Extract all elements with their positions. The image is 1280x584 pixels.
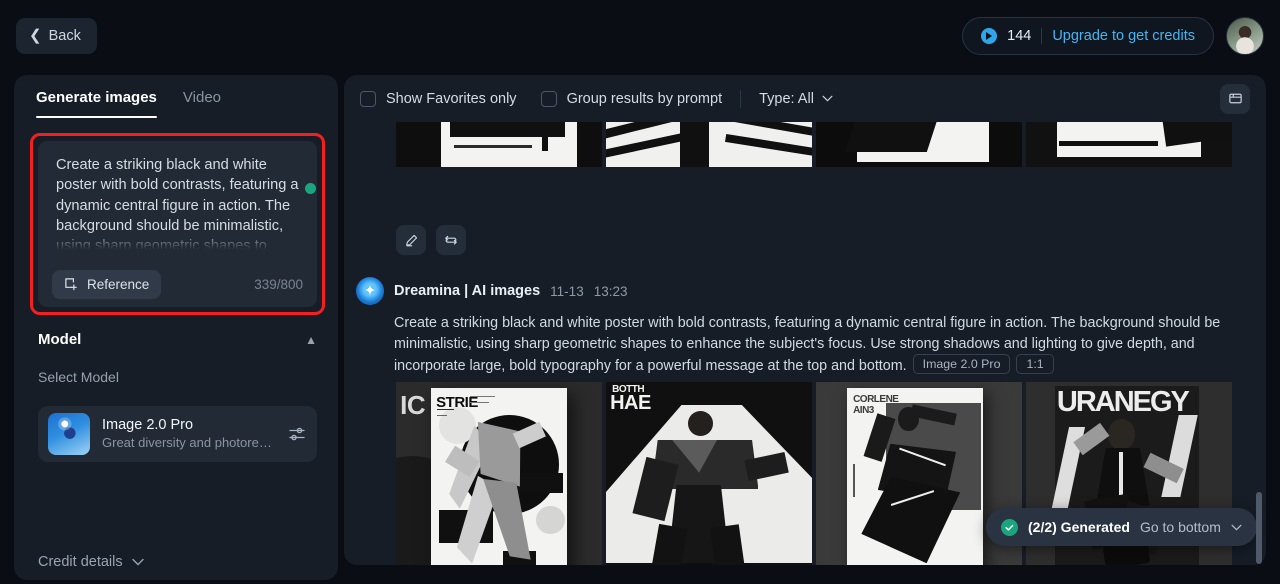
results-panel: Show Favorites only Group results by pro…: [344, 75, 1266, 565]
result-row-actions: [396, 225, 466, 255]
tab-video[interactable]: Video: [183, 89, 221, 118]
group-by-prompt-label: Group results by prompt: [566, 90, 723, 107]
results-toolbar: Show Favorites only Group results by pro…: [344, 75, 1266, 122]
message-prompt: Create a striking black and white poster…: [394, 315, 1221, 374]
generation-sidebar: Generate images Video Create a striking …: [14, 75, 338, 580]
reference-button[interactable]: Reference: [52, 269, 162, 299]
generated-image-thumb[interactable]: [606, 122, 812, 167]
chevron-down-icon: [131, 558, 144, 566]
results-scrollbar[interactable]: [1256, 492, 1262, 564]
model-meta: Image 2.0 Pro Great diversity and photor…: [102, 416, 277, 452]
tab-generate-images[interactable]: Generate images: [36, 89, 157, 118]
check-glyph: [1005, 524, 1014, 531]
type-filter-dropdown[interactable]: Type: All: [759, 91, 833, 107]
model-section-header[interactable]: Model ▲: [38, 331, 317, 348]
folder-icon: [1228, 93, 1242, 104]
model-description: Great diversity and photoreal…: [102, 435, 277, 450]
header-right-group: 144 Upgrade to get credits: [962, 17, 1264, 55]
top-header: ❮ Back 144 Upgrade to get credits: [0, 0, 1280, 72]
chevron-left-icon: ❮: [29, 27, 42, 44]
loop-arrows-icon: [445, 235, 457, 245]
generated-image-thumb[interactable]: [816, 122, 1022, 167]
pencil-icon: [405, 234, 417, 246]
message-date: 11-13: [550, 283, 584, 299]
chevron-up-icon[interactable]: ▲: [305, 333, 317, 347]
go-to-bottom-button[interactable]: Go to bottom: [1140, 519, 1221, 535]
chip-ratio: 1:1: [1016, 354, 1054, 374]
show-favorites-label: Show Favorites only: [386, 90, 517, 107]
prompt-input-box[interactable]: Create a striking black and white poster…: [38, 141, 317, 307]
generated-image-1[interactable]: IC STRIE: [396, 382, 602, 565]
type-filter-label: Type: All: [759, 90, 814, 107]
message-author: Dreamina | AI images: [394, 283, 541, 299]
model-name: Image 2.0 Pro: [102, 417, 194, 433]
check-circle-icon: [1001, 518, 1018, 536]
divider: [740, 89, 742, 108]
dreamina-logo-icon: [356, 277, 384, 305]
credits-count: 144: [1007, 28, 1032, 44]
upgrade-link[interactable]: Upgrade to get credits: [1052, 28, 1195, 44]
archive-button[interactable]: [1220, 83, 1250, 114]
prompt-footer: Reference 339/800: [38, 261, 317, 307]
back-button-label: Back: [48, 28, 81, 44]
credits-pill[interactable]: 144 Upgrade to get credits: [962, 17, 1214, 55]
image-add-icon: [65, 277, 77, 290]
toast-status-text: (2/2) Generated: [1028, 519, 1130, 535]
user-avatar[interactable]: [1226, 17, 1264, 55]
results-feed[interactable]: Dreamina | AI images 11-13 13:23 Create …: [344, 122, 1266, 565]
char-counter: 339/800: [254, 276, 303, 292]
divider: [1041, 28, 1043, 44]
group-by-prompt-checkbox[interactable]: Group results by prompt: [540, 90, 723, 107]
message-time: 13:23: [593, 283, 628, 299]
app-root: ❮ Back 144 Upgrade to get credits Genera…: [0, 0, 1280, 584]
previous-result-row: [396, 122, 1232, 167]
credit-details-label: Credit details: [38, 554, 123, 570]
back-button[interactable]: ❮ Back: [16, 18, 97, 54]
credit-details-toggle[interactable]: Credit details: [38, 554, 144, 570]
generated-image-thumb[interactable]: [396, 122, 602, 167]
reference-button-label: Reference: [87, 276, 150, 292]
spark-glyph: [365, 284, 375, 296]
sidebar-tabs: Generate images Video: [14, 75, 338, 118]
checkbox-box: [540, 90, 557, 107]
sliders-icon[interactable]: [287, 424, 307, 444]
checkbox-box: [360, 90, 376, 107]
chevron-down-icon: [822, 95, 833, 102]
generated-image-2[interactable]: BOTTH HAE: [606, 382, 812, 565]
show-favorites-checkbox[interactable]: Show Favorites only: [360, 90, 517, 107]
regenerate-button[interactable]: [436, 225, 466, 255]
prompt-input[interactable]: Create a striking black and white poster…: [38, 141, 317, 253]
green-status-dot: [305, 183, 316, 194]
model-section-title: Model: [38, 331, 82, 348]
chip-model: Image 2.0 Pro: [912, 354, 1011, 374]
result-message: Dreamina | AI images 11-13 13:23 Create …: [356, 277, 1256, 376]
model-thumbnail: [48, 413, 90, 455]
model-selector[interactable]: Image 2.0 Pro Great diversity and photor…: [38, 406, 317, 462]
message-header: Dreamina | AI images 11-13 13:23: [356, 277, 1256, 305]
edit-button[interactable]: [396, 225, 426, 255]
generated-image-thumb[interactable]: [1026, 122, 1232, 167]
generation-status-toast[interactable]: (2/2) Generated Go to bottom: [986, 508, 1257, 546]
chevron-down-icon[interactable]: [1231, 524, 1242, 531]
credit-coin-icon: [981, 28, 998, 44]
select-model-label: Select Model: [38, 369, 119, 385]
message-prompt-text: Create a striking black and white poster…: [394, 313, 1239, 376]
